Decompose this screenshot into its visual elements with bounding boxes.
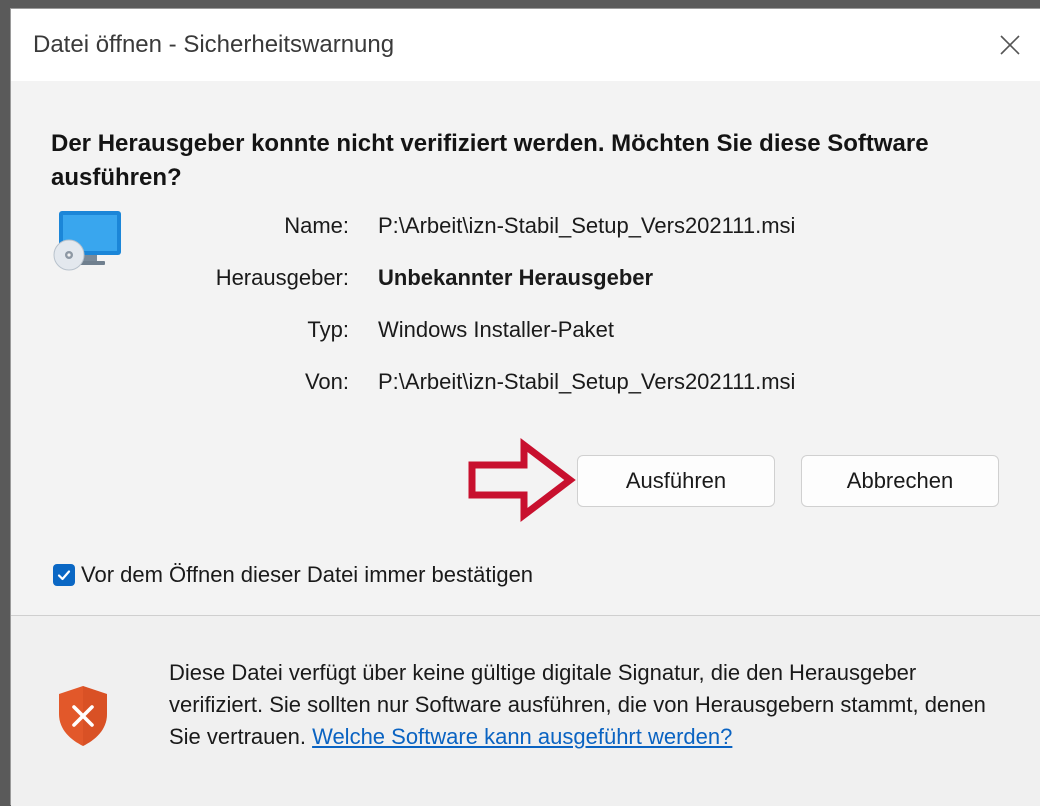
checkmark-icon bbox=[57, 570, 71, 581]
security-warning-dialog: Datei öffnen - Sicherheitswarnung Der He… bbox=[10, 8, 1040, 806]
always-confirm-checkbox[interactable] bbox=[53, 564, 75, 586]
info-row-type: Typ: Windows Installer-Paket bbox=[11, 317, 1040, 351]
info-value-type: Windows Installer-Paket bbox=[378, 317, 614, 342]
red-arrow-annotation bbox=[468, 437, 576, 523]
run-button[interactable]: Ausführen bbox=[577, 455, 775, 507]
close-button[interactable] bbox=[980, 9, 1040, 81]
info-row-name: Name: P:\Arbeit\izn-Stabil_Setup_Vers202… bbox=[11, 213, 1040, 247]
window-title: Datei öffnen - Sicherheitswarnung bbox=[33, 31, 395, 58]
always-confirm-label: Vor dem Öffnen dieser Datei immer bestät… bbox=[81, 562, 534, 587]
info-label-from: Von: bbox=[304, 369, 349, 394]
shield-x-icon bbox=[59, 686, 107, 746]
always-confirm-checkbox-row[interactable]: Vor dem Öffnen dieser Datei immer bestät… bbox=[53, 559, 533, 591]
info-value-name: P:\Arbeit\izn-Stabil_Setup_Vers202111.ms… bbox=[378, 213, 796, 238]
info-value-from: P:\Arbeit\izn-Stabil_Setup_Vers202111.ms… bbox=[378, 369, 796, 394]
info-label-name: Name: bbox=[284, 213, 349, 238]
question-heading: Der Herausgeber konnte nicht verifiziert… bbox=[51, 130, 929, 191]
title-bar: Datei öffnen - Sicherheitswarnung bbox=[11, 9, 1040, 81]
cancel-button[interactable]: Abbrechen bbox=[801, 455, 999, 507]
info-label-type: Typ: bbox=[307, 317, 349, 342]
help-link[interactable]: Welche Software kann ausgeführt werden? bbox=[312, 724, 732, 749]
info-value-publisher: Unbekannter Herausgeber bbox=[378, 265, 654, 290]
info-row-publisher: Herausgeber: Unbekannter Herausgeber bbox=[11, 265, 1040, 299]
info-row-from: Von: P:\Arbeit\izn-Stabil_Setup_Vers2021… bbox=[11, 369, 1040, 403]
close-icon bbox=[1000, 35, 1020, 55]
info-label-publisher: Herausgeber: bbox=[215, 265, 349, 290]
signature-warning-text: Diese Datei verfügt über keine gültige d… bbox=[169, 657, 989, 753]
